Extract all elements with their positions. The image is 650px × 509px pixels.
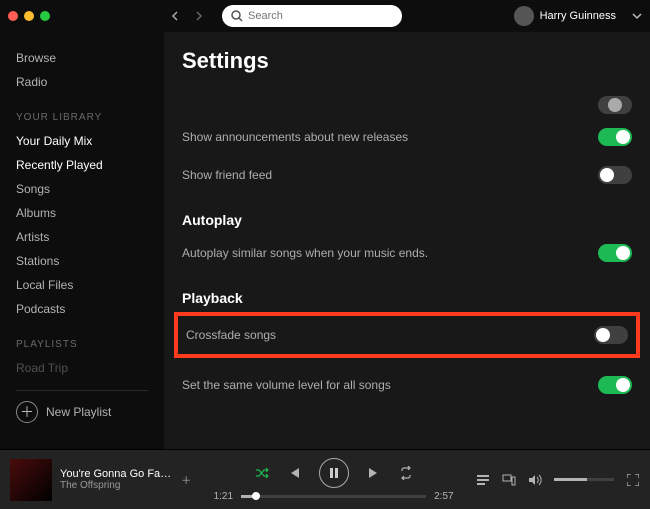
sidebar-item-browse[interactable]: Browse bbox=[16, 46, 148, 70]
progress-bar[interactable]: 1:21 2:57 bbox=[214, 491, 454, 502]
track-title[interactable]: You're Gonna Go Fa… bbox=[60, 468, 171, 480]
new-playlist-label: New Playlist bbox=[46, 405, 111, 419]
setting-row-normalize: Set the same volume level for all songs bbox=[182, 366, 632, 404]
sidebar: Browse Radio YOUR LIBRARY Your Daily Mix… bbox=[0, 32, 164, 449]
repeat-button[interactable] bbox=[399, 466, 413, 480]
new-playlist-button[interactable]: ＋ New Playlist bbox=[16, 391, 148, 433]
toggle-crossfade[interactable] bbox=[594, 326, 628, 344]
track-artist[interactable]: The Offspring bbox=[60, 480, 171, 491]
maximize-window-button[interactable] bbox=[40, 11, 50, 21]
avatar bbox=[514, 6, 534, 26]
highlighted-setting: Crossfade songs bbox=[174, 312, 640, 358]
setting-label: Set the same volume level for all songs bbox=[182, 378, 391, 392]
album-art[interactable] bbox=[10, 459, 52, 501]
page-title: Settings bbox=[182, 48, 632, 74]
sidebar-header-library: YOUR LIBRARY bbox=[16, 112, 148, 123]
forward-button[interactable] bbox=[194, 11, 214, 21]
right-controls bbox=[476, 473, 640, 487]
playback-controls: 1:21 2:57 bbox=[191, 458, 476, 502]
now-playing-info: You're Gonna Go Fa… The Offspring bbox=[60, 468, 171, 491]
back-button[interactable] bbox=[170, 11, 190, 21]
sidebar-item-albums[interactable]: Albums bbox=[16, 201, 148, 225]
section-playback: Playback bbox=[182, 290, 632, 306]
sidebar-item-artists[interactable]: Artists bbox=[16, 225, 148, 249]
toggle-autoplay[interactable] bbox=[598, 244, 632, 262]
time-elapsed: 1:21 bbox=[214, 491, 233, 502]
sidebar-item-recently-played[interactable]: Recently Played bbox=[16, 153, 148, 177]
sidebar-item-stations[interactable]: Stations bbox=[16, 249, 148, 273]
queue-button[interactable] bbox=[476, 473, 490, 487]
search-input[interactable] bbox=[248, 10, 394, 22]
previous-button[interactable] bbox=[287, 466, 301, 480]
plus-icon: ＋ bbox=[16, 401, 38, 423]
setting-row-friend-feed: Show friend feed bbox=[182, 156, 632, 194]
main-content: Settings Show announcements about new re… bbox=[164, 32, 650, 449]
setting-label: Autoplay similar songs when your music e… bbox=[182, 246, 428, 260]
sidebar-item-local-files[interactable]: Local Files bbox=[16, 273, 148, 297]
setting-label: Crossfade songs bbox=[186, 328, 276, 342]
search-box[interactable] bbox=[222, 5, 402, 27]
volume-icon[interactable] bbox=[528, 473, 542, 487]
user-name: Harry Guinness bbox=[540, 10, 616, 22]
toggle-friend-feed[interactable] bbox=[598, 166, 632, 184]
nav-arrows bbox=[170, 11, 214, 21]
setting-label: Show friend feed bbox=[182, 168, 272, 182]
shuffle-button[interactable] bbox=[255, 466, 269, 480]
sidebar-item-daily-mix[interactable]: Your Daily Mix bbox=[16, 129, 148, 153]
next-button[interactable] bbox=[367, 466, 381, 480]
user-menu[interactable]: Harry Guinness bbox=[514, 6, 642, 26]
setting-row-autoplay: Autoplay similar songs when your music e… bbox=[182, 234, 632, 272]
setting-row-announcements: Show announcements about new releases bbox=[182, 118, 632, 156]
time-total: 2:57 bbox=[434, 491, 453, 502]
sidebar-item-playlist[interactable]: Road Trip bbox=[16, 356, 148, 380]
sidebar-item-songs[interactable]: Songs bbox=[16, 177, 148, 201]
player-bar: You're Gonna Go Fa… The Offspring ＋ 1:21 bbox=[0, 449, 650, 509]
window-controls bbox=[8, 11, 50, 21]
fullscreen-button[interactable] bbox=[626, 473, 640, 487]
close-window-button[interactable] bbox=[8, 11, 18, 21]
volume-slider[interactable] bbox=[554, 478, 614, 481]
section-autoplay: Autoplay bbox=[182, 212, 632, 228]
devices-button[interactable] bbox=[502, 473, 516, 487]
setting-label: Show announcements about new releases bbox=[182, 130, 408, 144]
play-pause-button[interactable] bbox=[319, 458, 349, 488]
sidebar-item-radio[interactable]: Radio bbox=[16, 70, 148, 94]
add-track-button[interactable]: ＋ bbox=[181, 472, 191, 487]
sidebar-header-playlists: PLAYLISTS bbox=[16, 339, 148, 350]
toggle-truncated[interactable] bbox=[598, 96, 632, 114]
toggle-announcements[interactable] bbox=[598, 128, 632, 146]
search-icon bbox=[230, 9, 244, 23]
toggle-normalize[interactable] bbox=[598, 376, 632, 394]
titlebar: Harry Guinness bbox=[0, 0, 650, 32]
chevron-down-icon[interactable] bbox=[632, 11, 642, 21]
setting-row-crossfade: Crossfade songs bbox=[186, 322, 628, 348]
sidebar-item-podcasts[interactable]: Podcasts bbox=[16, 297, 148, 321]
minimize-window-button[interactable] bbox=[24, 11, 34, 21]
